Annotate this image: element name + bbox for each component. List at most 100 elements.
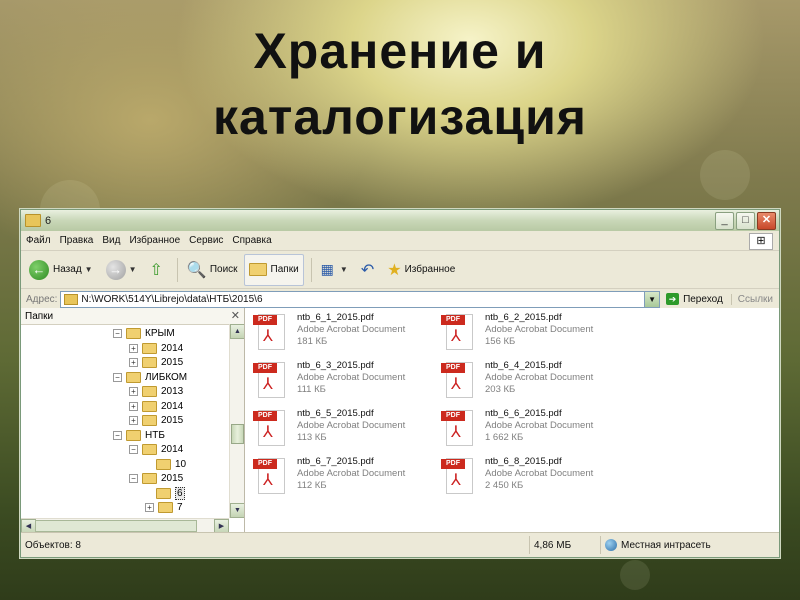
up-button[interactable]: ⇧ <box>146 255 170 285</box>
status-zone-label: Местная интрасеть <box>621 539 711 551</box>
scroll-left-button[interactable]: ◀ <box>21 519 36 532</box>
address-dropdown-button[interactable]: ▼ <box>644 291 660 307</box>
go-arrow-icon: ➔ <box>666 293 680 305</box>
tree-node[interactable]: − КРЫМ <box>113 326 175 340</box>
explorer-window: 6 _ □ ✕ Файл Правка Вид Избранное Сервис… <box>20 209 780 558</box>
file-item[interactable]: PDF ⅄ ntb_6_4_2015.pdf Adobe Acrobat Docum… <box>441 360 621 404</box>
status-total-size: 4,86 МБ <box>530 536 601 554</box>
folder-icon <box>142 342 157 354</box>
folder-icon <box>142 414 157 426</box>
undo-button[interactable]: ↶ <box>357 255 381 285</box>
menu-edit[interactable]: Правка <box>55 235 98 246</box>
collapse-icon[interactable]: − <box>113 328 122 338</box>
folders-pane: Папки ✕ − КРЫМ +2014 +2015 − ЛИБКОМ +2013 … <box>21 308 245 532</box>
slide-title-line2: каталогизация <box>213 89 587 145</box>
menu-help[interactable]: Справка <box>227 235 275 246</box>
expand-icon[interactable]: + <box>129 343 138 353</box>
tree-node[interactable]: +2015 <box>129 413 183 427</box>
menu-view[interactable]: Вид <box>97 235 124 246</box>
chevron-down-icon[interactable]: ▼ <box>340 265 348 274</box>
collapse-icon[interactable]: − <box>129 444 138 454</box>
address-bar: Адрес: N:\WORK\514Y\Librejo\data\НТБ\201… <box>21 289 779 310</box>
file-item[interactable]: PDF ⅄ ntb_6_8_2015.pdf Adobe Acrobat Docum… <box>441 456 621 500</box>
pdf-file-icon: PDF ⅄ <box>441 456 473 494</box>
scroll-up-button[interactable]: ▲ <box>230 324 244 339</box>
folders-pane-title: Папки <box>25 310 54 322</box>
folders-button[interactable]: Папки <box>243 253 304 286</box>
tree-node[interactable]: +2014 <box>129 341 183 355</box>
address-input[interactable]: N:\WORK\514Y\Librejo\data\НТБ\2015\6 ▼ <box>60 290 661 308</box>
links-toolbar[interactable]: Ссылки <box>730 293 779 305</box>
expand-icon[interactable]: + <box>129 415 138 425</box>
go-button[interactable]: ➔ Переход <box>660 293 731 305</box>
status-object-count: Объектов: 8 <box>21 536 530 554</box>
chevron-down-icon[interactable]: ▼ <box>85 265 93 274</box>
expand-icon[interactable]: + <box>129 357 138 367</box>
expand-icon[interactable]: + <box>129 386 138 396</box>
maximize-button[interactable]: □ <box>736 212 755 230</box>
folder-icon <box>156 458 171 470</box>
folder-icon <box>126 429 141 441</box>
file-item[interactable]: PDF ⅄ ntb_6_2_2015.pdf Adobe Acrobat Docum… <box>441 312 621 356</box>
file-item[interactable]: PDF ⅄ ntb_6_5_2015.pdf Adobe Acrobat Docum… <box>253 408 433 452</box>
tree-node[interactable]: −2014 <box>129 442 183 456</box>
expand-icon[interactable]: + <box>145 502 154 512</box>
minimize-button[interactable]: _ <box>715 212 734 230</box>
menu-tools[interactable]: Сервис <box>184 235 227 246</box>
file-item[interactable]: PDF ⅄ ntb_6_3_2015.pdf Adobe Acrobat Docum… <box>253 360 433 404</box>
tree-node[interactable]: −2015 <box>129 471 183 485</box>
folders-horizontal-scrollbar[interactable]: ◀ ▶ <box>21 518 229 532</box>
back-label: Назад <box>53 264 82 275</box>
pdf-file-icon: PDF ⅄ <box>441 360 473 398</box>
tree-node[interactable]: +7 <box>145 500 183 514</box>
window-titlebar[interactable]: 6 _ □ ✕ <box>21 210 779 231</box>
scroll-thumb[interactable] <box>35 520 197 532</box>
scroll-down-button[interactable]: ▼ <box>230 503 244 518</box>
file-item[interactable]: PDF ⅄ ntb_6_7_2015.pdf Adobe Acrobat Docum… <box>253 456 433 500</box>
tree-node[interactable]: − НТБ <box>113 428 165 442</box>
back-arrow-icon: ← <box>29 259 49 280</box>
folder-icon <box>64 293 79 305</box>
expand-icon[interactable]: + <box>129 401 138 411</box>
views-button[interactable]: ▦ ▼ <box>317 255 355 285</box>
tree-node[interactable]: +2013 <box>129 384 183 398</box>
folders-icon <box>248 263 267 276</box>
folder-icon <box>142 385 157 397</box>
scroll-right-button[interactable]: ▶ <box>214 519 229 532</box>
folder-icon <box>142 356 157 368</box>
tree-node[interactable]: +2015 <box>129 355 183 369</box>
menu-favorites[interactable]: Избранное <box>124 235 184 246</box>
collapse-icon[interactable]: − <box>113 372 122 382</box>
slide-title-line1: Хранение и <box>253 23 547 79</box>
collapse-icon[interactable]: − <box>129 473 138 483</box>
tree-node[interactable]: +2014 <box>129 399 183 413</box>
favorites-button[interactable]: ★ Избранное <box>383 255 459 285</box>
windows-logo-icon: ⊞ <box>749 233 773 250</box>
file-item[interactable]: PDF ⅄ ntb_6_1_2015.pdf Adobe Acrobat Docum… <box>253 312 433 356</box>
address-label: Адрес: <box>26 293 58 305</box>
toolbar-separator <box>310 257 312 282</box>
folder-icon <box>126 371 141 383</box>
forward-button[interactable]: → ▼ <box>102 255 144 285</box>
folders-label: Папки <box>270 264 299 275</box>
tree-node-selected[interactable]: 6 <box>156 486 185 500</box>
folders-vertical-scrollbar[interactable]: ▲ ▼ <box>229 324 244 518</box>
search-button[interactable]: 🔍 Поиск <box>183 255 242 285</box>
chevron-down-icon[interactable]: ▼ <box>129 265 137 274</box>
tree-node[interactable]: − ЛИБКОМ <box>113 370 187 384</box>
file-item[interactable]: PDF ⅄ ntb_6_6_2015.pdf Adobe Acrobat Docum… <box>441 408 621 452</box>
back-button[interactable]: ← Назад ▼ <box>25 255 100 285</box>
favorites-star-icon: ★ <box>387 261 402 279</box>
folder-icon <box>158 501 173 513</box>
close-button[interactable]: ✕ <box>757 212 776 230</box>
pdf-file-icon: PDF ⅄ <box>441 312 473 350</box>
toolbar-separator <box>176 257 178 282</box>
collapse-icon[interactable]: − <box>113 430 122 440</box>
go-label: Переход <box>683 293 723 305</box>
scroll-thumb[interactable] <box>231 424 244 444</box>
menu-file[interactable]: Файл <box>21 235 55 246</box>
tree-node[interactable]: 10 <box>156 457 186 471</box>
pdf-file-icon: PDF ⅄ <box>253 408 285 446</box>
close-icon[interactable]: ✕ <box>231 309 240 322</box>
folder-icon <box>142 443 157 455</box>
